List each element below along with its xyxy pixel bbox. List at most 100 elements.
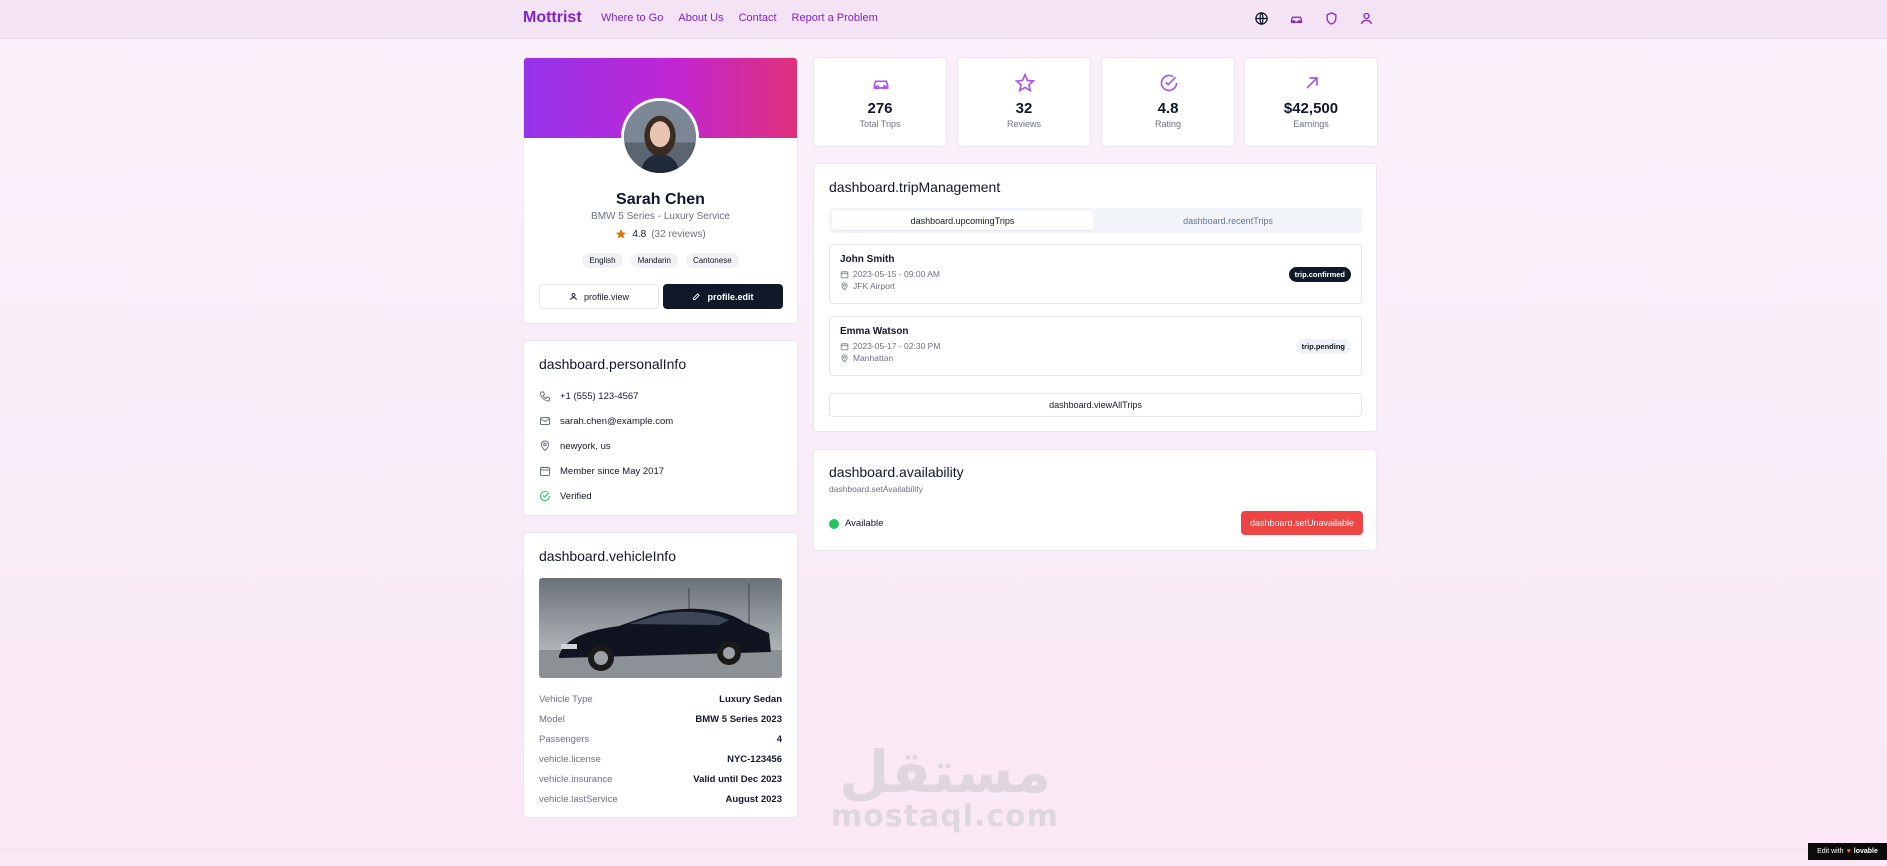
trip-location: JFK Airport	[840, 281, 895, 291]
vehicle-row-value: Luxury Sedan	[719, 694, 782, 705]
badge-brand: lovable	[1853, 848, 1878, 855]
edit-profile-button[interactable]: profile.edit	[663, 284, 783, 309]
star-icon	[616, 229, 627, 239]
badge-text: Edit with	[1817, 848, 1844, 855]
nav-where-to-go[interactable]: Where to Go	[601, 12, 663, 24]
vehicle-row-value: 4	[776, 734, 782, 745]
member-since-value: Member since May 2017	[560, 465, 665, 477]
language-tag: Mandarin	[630, 253, 678, 268]
view-all-trips-button[interactable]: dashboard.viewAllTrips	[829, 393, 1362, 417]
trip-management-title: dashboard.tripManagement	[829, 179, 1001, 195]
set-unavailable-button[interactable]: dashboard.setUnavailable	[1241, 511, 1363, 535]
stat-label: Rating	[1154, 119, 1181, 129]
stat-label: Reviews	[1006, 119, 1041, 129]
star-icon	[1015, 73, 1035, 93]
availability-subtitle: dashboard.setAvailability	[829, 484, 923, 494]
vehicle-row-value: August 2023	[725, 794, 783, 805]
stat-value: 4.8	[1157, 100, 1179, 117]
language-tag: Cantonese	[685, 253, 739, 268]
vehicle-photo	[539, 578, 782, 678]
vehicle-row-value: BMW 5 Series 2023	[695, 714, 782, 725]
trip-datetime: 2023-05-17 - 02:30 PM	[840, 341, 940, 351]
tab-upcoming-trips[interactable]: dashboard.upcomingTrips	[832, 211, 1093, 230]
brand-logo[interactable]: Mottrist	[523, 9, 582, 27]
trip-passenger: Emma Watson	[840, 326, 909, 337]
trip-tabs: dashboard.upcomingTrips dashboard.recent…	[829, 208, 1362, 233]
verified-row: Verified	[539, 490, 592, 502]
nav-report-problem[interactable]: Report a Problem	[792, 12, 878, 24]
trip-item[interactable]: John Smith 2023-05-15 - 09:00 AM JFK Air…	[829, 244, 1362, 304]
availability-card: dashboard.availability dashboard.setAvai…	[813, 449, 1377, 551]
stat-label: Earnings	[1293, 119, 1329, 129]
trip-item[interactable]: Emma Watson 2023-05-17 - 02:30 PM Manhat…	[829, 316, 1362, 376]
location-value: newyork, us	[560, 440, 611, 452]
vehicle-license-row: vehicle.license NYC-123456	[539, 754, 782, 765]
calendar-icon	[540, 466, 550, 476]
language-list: English Mandarin Cantonese	[524, 253, 797, 268]
reviews-count: (32 reviews)	[651, 228, 706, 240]
email-value: sarah.chen@example.com	[560, 415, 674, 427]
verified-value: Verified	[560, 490, 592, 502]
edit-icon	[693, 293, 701, 300]
status-dot-icon	[829, 519, 839, 529]
vehicle-row-key: vehicle.license	[539, 754, 601, 765]
stat-total-trips: 276 Total Trips	[813, 57, 947, 147]
stat-value: 276	[867, 100, 893, 117]
header-actions	[1254, 11, 1374, 26]
edit-profile-label: profile.edit	[707, 291, 754, 302]
view-profile-button[interactable]: profile.view	[539, 284, 659, 309]
member-since-row: Member since May 2017	[539, 465, 664, 477]
map-pin-icon	[841, 353, 848, 362]
edit-with-lovable-badge[interactable]: Edit with ♥ lovable	[1808, 843, 1887, 860]
personal-info-title: dashboard.personalInfo	[539, 356, 687, 372]
vehicle-row-key: vehicle.insurance	[539, 774, 613, 785]
email-row: sarah.chen@example.com	[539, 415, 673, 427]
tab-recent-trips[interactable]: dashboard.recentTrips	[1097, 211, 1359, 230]
phone-icon	[539, 391, 550, 402]
vehicle-info-title: dashboard.vehicleInfo	[539, 548, 676, 564]
check-circle-icon	[540, 491, 550, 501]
mail-icon	[540, 417, 550, 425]
stat-value: 32	[1015, 100, 1033, 117]
nav-about-us[interactable]: About Us	[678, 12, 723, 24]
footer-divider	[0, 849, 1887, 850]
profile-name: Sarah Chen	[616, 191, 705, 208]
availability-title: dashboard.availability	[829, 464, 964, 480]
map-pin-icon	[540, 440, 550, 452]
stat-rating: 4.8 Rating	[1101, 57, 1235, 147]
user-icon	[570, 293, 577, 301]
stat-value: $42,500	[1283, 100, 1339, 117]
vehicle-row-key: Vehicle Type	[539, 694, 593, 705]
personal-info-card: dashboard.personalInfo +1 (555) 123-4567…	[523, 340, 798, 516]
watermark: مستقل mostaql.com	[830, 742, 1060, 832]
car-icon	[873, 80, 889, 90]
calendar-icon	[840, 270, 849, 278]
shield-icon[interactable]	[1324, 11, 1339, 26]
avatar	[621, 98, 699, 176]
check-circle-icon	[1160, 74, 1178, 92]
vehicle-insurance-row: vehicle.insurance Valid until Dec 2023	[539, 774, 782, 785]
main-nav: Where to Go About Us Contact Report a Pr…	[601, 12, 878, 24]
profile-card: Sarah Chen BMW 5 Series - Luxury Service…	[523, 57, 798, 324]
availability-status: Available	[845, 518, 884, 529]
vehicle-type-row: Vehicle Type Luxury Sedan	[539, 694, 782, 705]
view-profile-label: profile.view	[583, 291, 630, 302]
vehicle-row-key: Model	[539, 714, 565, 725]
trip-passenger: John Smith	[840, 254, 895, 265]
phone-row: +1 (555) 123-4567	[539, 390, 638, 402]
vehicle-model-row: Model BMW 5 Series 2023	[539, 714, 782, 725]
vehicle-row-key: Passengers	[539, 734, 590, 745]
stat-label: Total Trips	[859, 119, 901, 129]
arrow-up-right-icon	[1306, 77, 1318, 89]
profile-rating: 4.8 (32 reviews)	[524, 228, 797, 240]
car-icon[interactable]	[1289, 11, 1304, 26]
trip-management-card: dashboard.tripManagement dashboard.upcom…	[813, 163, 1377, 432]
rating-value: 4.8	[632, 228, 647, 240]
trip-datetime-text: 2023-05-17 - 02:30 PM	[853, 341, 941, 351]
vehicle-row-key: vehicle.lastService	[539, 794, 618, 805]
nav-contact[interactable]: Contact	[739, 12, 777, 24]
vehicle-row-value: Valid until Dec 2023	[693, 774, 782, 785]
user-icon[interactable]	[1359, 11, 1374, 26]
globe-icon[interactable]	[1254, 11, 1269, 26]
watermark-arabic: مستقل	[838, 738, 1052, 806]
